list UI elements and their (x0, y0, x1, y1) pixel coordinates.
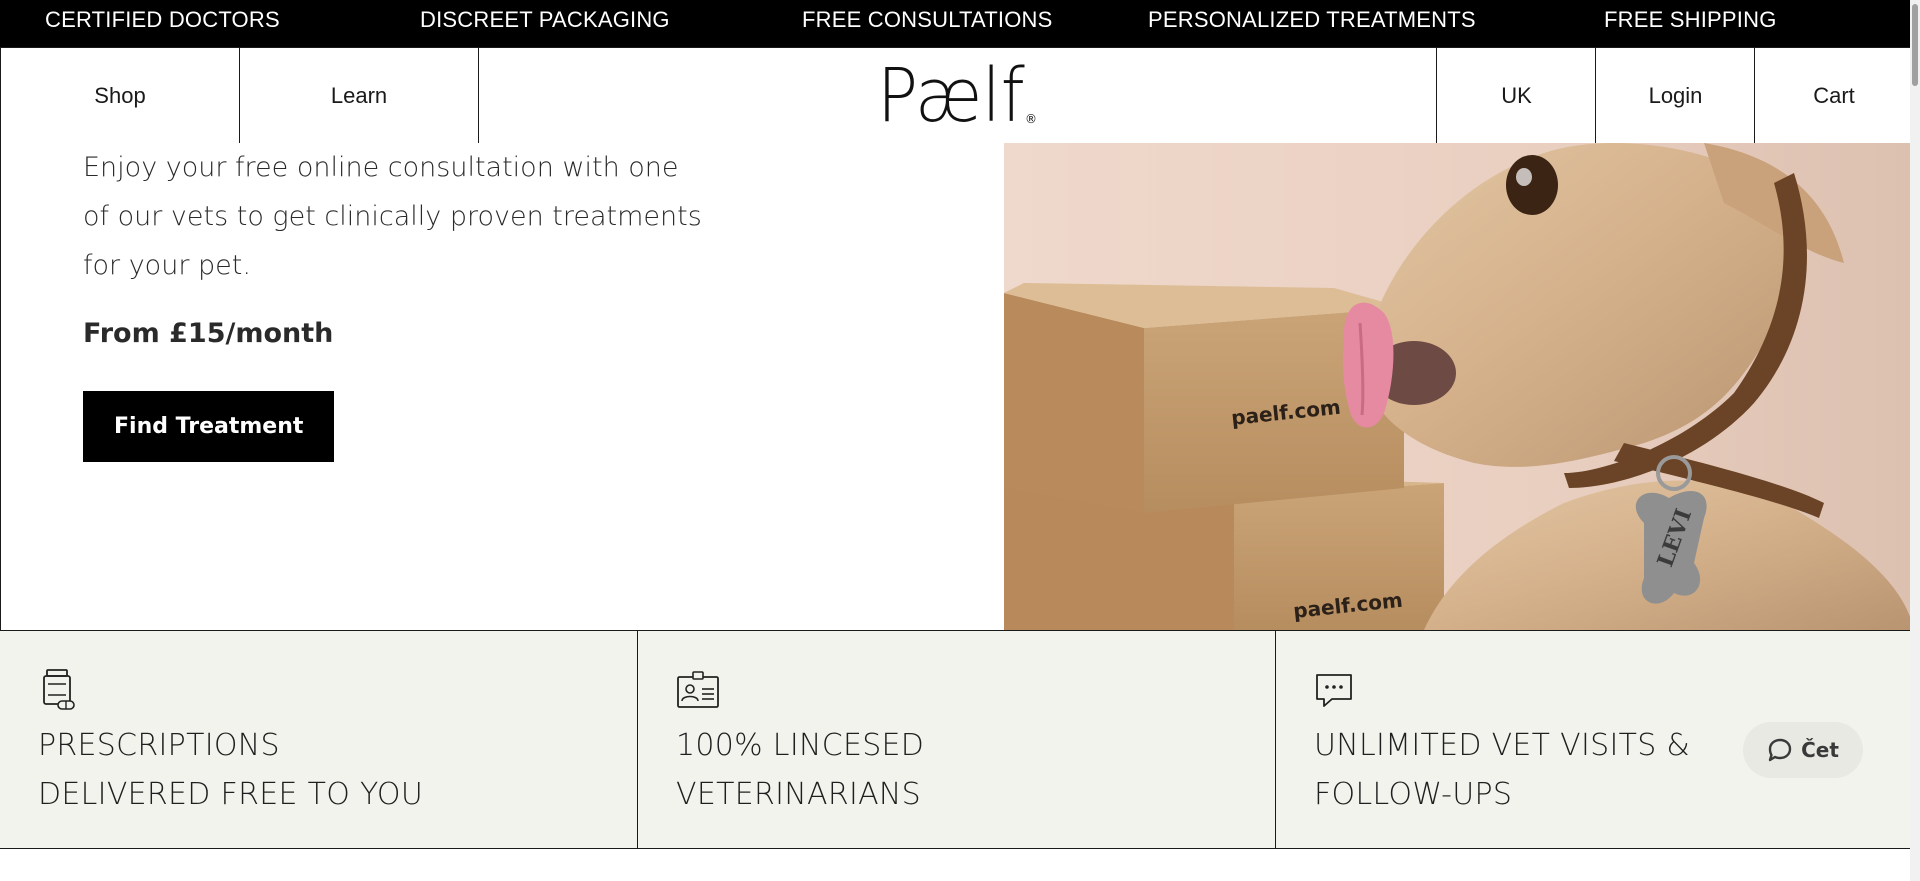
feature-text: PRESCRIPTIONS DELIVERED FREE TO YOU (38, 721, 423, 819)
nav-region[interactable]: UK (1436, 48, 1596, 143)
chat-bubble-icon (1316, 674, 1352, 707)
announcement-bar: CERTIFIED DOCTORS DISCREET PACKAGING FRE… (0, 0, 1910, 47)
page-scrollbar[interactable] (1910, 0, 1920, 881)
dog-with-boxes-illustration: paelf.com paelf.com LEVI (1004, 143, 1914, 630)
announcement-item: PERSONALIZED TREATMENTS (1148, 7, 1476, 32)
nav-learn[interactable]: Learn (240, 48, 479, 143)
nav-cart[interactable]: Cart (1754, 48, 1913, 143)
nav-shop[interactable]: Shop (1, 48, 240, 143)
announcement-item: DISCREET PACKAGING (420, 7, 670, 32)
feature-text: UNLIMITED VET VISITS & FOLLOW-UPS (1314, 721, 1690, 819)
speech-bubble-icon (1768, 738, 1792, 762)
chat-button[interactable]: Čet (1743, 722, 1863, 778)
feature-text: 100% LINCESED VETERINARIANS (676, 721, 924, 819)
site-header: Shop Learn Pælf ® UK Login Cart (0, 47, 1914, 144)
brand-logo[interactable]: Pælf ® (877, 58, 1038, 134)
id-card-icon (677, 671, 719, 708)
features-strip: PRESCRIPTIONS DELIVERED FREE TO YOU 100%… (0, 631, 1914, 849)
feature-line: DELIVERED FREE TO YOU (38, 777, 424, 812)
feature-line: FOLLOW-UPS (1314, 777, 1513, 812)
announcement-item: FREE SHIPPING (1604, 7, 1777, 32)
feature-veterinarians: 100% LINCESED VETERINARIANS (638, 631, 1276, 848)
feature-line: 100% LINCESED (676, 728, 925, 763)
hero-section: Enjoy your free online consultation with… (0, 143, 1914, 631)
feature-line: VETERINARIANS (676, 777, 922, 812)
feature-line: UNLIMITED VET VISITS & (1314, 728, 1691, 763)
logo-wordmark: Pælf (877, 53, 1025, 139)
chat-label: Čet (1801, 738, 1839, 762)
hero-price: From £15/month (83, 318, 334, 349)
feature-prescriptions: PRESCRIPTIONS DELIVERED FREE TO YOU (0, 631, 638, 848)
scrollbar-thumb[interactable] (1912, 4, 1918, 86)
pill-bottle-icon (43, 669, 75, 710)
announcement-item: FREE CONSULTATIONS (802, 7, 1053, 32)
find-treatment-button[interactable]: Find Treatment (83, 391, 334, 462)
hero-description: Enjoy your free online consultation with… (83, 152, 702, 281)
announcement-item: CERTIFIED DOCTORS (45, 7, 280, 32)
registered-mark: ® (1025, 112, 1037, 126)
nav-login[interactable]: Login (1595, 48, 1755, 143)
feature-line: PRESCRIPTIONS (38, 728, 280, 763)
hero-dog-image: paelf.com paelf.com LEVI (1004, 143, 1914, 630)
